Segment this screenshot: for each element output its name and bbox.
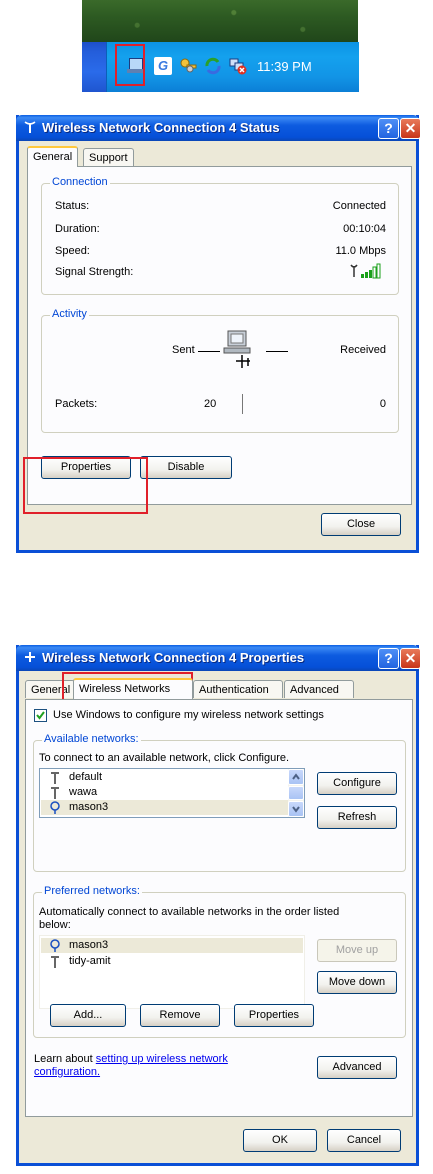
sync-icon[interactable] <box>204 57 222 75</box>
received-line <box>266 351 288 352</box>
connection-legend: Connection <box>50 176 110 188</box>
signal-label: Signal Strength: <box>55 266 134 278</box>
setup-wireless-link[interactable]: setting up wireless network <box>96 1053 228 1065</box>
list-item[interactable]: tidy-amit <box>41 954 303 969</box>
available-networks-group: Available networks: To connect to an ava… <box>33 733 406 872</box>
desktop-wallpaper <box>82 0 358 42</box>
remove-button[interactable]: Remove <box>140 1004 220 1027</box>
received-packets: 0 <box>379 398 386 410</box>
ok-button[interactable]: OK <box>243 1129 317 1152</box>
speed-value: 11.0 Mbps <box>335 245 386 257</box>
network-name: tidy-amit <box>69 955 111 967</box>
properties-dialog: Wireless Network Connection 4 Properties… <box>16 645 421 1166</box>
preferred-instruction: Automatically connect to available netwo… <box>39 906 340 918</box>
network-name: default <box>69 771 103 783</box>
move-up-button[interactable]: Move up <box>317 939 397 962</box>
activity-group: Activity Sent Received Packets: 20 0 <box>41 308 399 433</box>
use-windows-checkbox[interactable] <box>34 709 47 722</box>
general-panel: Connection Status: Connected Duration: 0… <box>27 166 412 505</box>
status-tabs: General Support <box>25 146 413 167</box>
computers-activity-icon <box>223 330 251 368</box>
wireless-networks-panel: Use Windows to configure my wireless net… <box>25 699 413 1117</box>
learn-prefix: Learn about <box>34 1053 96 1065</box>
learn-about-text: Learn about setting up wireless network <box>34 1053 228 1065</box>
list-item[interactable]: mason3 <box>41 938 303 953</box>
network-icon <box>25 652 35 662</box>
preferred-networks-list[interactable]: mason3 tidy-amit <box>39 935 305 1009</box>
disable-button[interactable]: Disable <box>140 456 232 479</box>
scroll-up-button[interactable] <box>288 769 304 785</box>
duration-label: Duration: <box>55 223 100 235</box>
available-networks-list[interactable]: default wawa mason3 <box>39 768 305 818</box>
packets-label: Packets: <box>55 398 98 410</box>
help-button[interactable]: ? <box>378 648 399 669</box>
status-label: Status: <box>55 200 90 212</box>
highlight-box <box>23 457 148 514</box>
sent-line <box>198 351 220 352</box>
properties-tabs: General Wireless Networks Authentication… <box>25 678 415 699</box>
status-title: Wireless Network Connection 4 Status <box>42 120 280 135</box>
taskbar-crop: G 11:39 PM <box>82 0 359 92</box>
tab-support[interactable]: Support <box>83 148 134 166</box>
preferred-properties-button[interactable]: Properties <box>234 1004 314 1027</box>
scroll-down-button[interactable] <box>288 801 304 817</box>
available-scrollbar[interactable] <box>288 769 304 817</box>
tab-general[interactable]: General <box>27 146 79 167</box>
wireless-antenna-icon <box>24 121 36 133</box>
refresh-button[interactable]: Refresh <box>317 806 397 829</box>
preferred-instruction-cont: below: <box>39 919 71 931</box>
add-button[interactable]: Add... <box>50 1004 126 1027</box>
keys-icon[interactable] <box>179 57 197 75</box>
network-name: mason3 <box>69 801 109 813</box>
received-label: Received <box>340 344 386 356</box>
close-window-button[interactable]: ✕ <box>400 118 421 139</box>
list-item[interactable]: default <box>41 770 303 785</box>
sent-packets: 20 <box>204 398 217 410</box>
signal-strength-icon <box>350 263 381 279</box>
status-value: Connected <box>332 200 386 212</box>
wireless-disconnected-icon[interactable] <box>228 57 247 75</box>
access-point-icon <box>51 772 59 784</box>
close-window-button[interactable]: ✕ <box>400 648 421 669</box>
tab-advanced[interactable]: Advanced <box>284 680 354 698</box>
access-point-icon <box>51 787 59 799</box>
activity-legend: Activity <box>50 308 89 320</box>
duration-value: 00:10:04 <box>343 223 386 235</box>
connection-group: Connection Status: Connected Duration: 0… <box>41 176 399 295</box>
use-windows-label: Use Windows to configure my wireless net… <box>53 709 324 721</box>
list-item[interactable]: mason3 <box>41 800 303 815</box>
access-point-icon <box>51 956 59 968</box>
network-name: mason3 <box>69 939 109 951</box>
configure-button[interactable]: Configure <box>317 772 397 795</box>
connected-network-icon <box>50 939 60 952</box>
available-legend: Available networks: <box>42 733 141 745</box>
preferred-legend: Preferred networks: <box>42 885 142 897</box>
advanced-button[interactable]: Advanced <box>317 1056 397 1079</box>
tab-wireless-networks[interactable]: Wireless Networks <box>73 678 193 699</box>
help-button[interactable]: ? <box>378 118 399 139</box>
cancel-button[interactable]: Cancel <box>327 1129 401 1152</box>
packets-divider <box>242 394 243 414</box>
status-dialog: Wireless Network Connection 4 Status ? ✕… <box>16 115 421 553</box>
tab-authentication[interactable]: Authentication <box>193 680 283 698</box>
list-item[interactable]: wawa <box>41 785 303 800</box>
properties-titlebar[interactable]: Wireless Network Connection 4 Properties… <box>16 645 421 671</box>
speed-label: Speed: <box>55 245 90 257</box>
highlight-box <box>115 44 145 86</box>
properties-title: Wireless Network Connection 4 Properties <box>42 650 305 665</box>
connected-network-icon <box>50 801 60 814</box>
close-button[interactable]: Close <box>321 513 401 536</box>
setup-wireless-link-cont[interactable]: configuration. <box>34 1066 100 1078</box>
sent-label: Sent <box>172 344 195 356</box>
scroll-thumb[interactable] <box>288 786 304 800</box>
preferred-networks-group: Preferred networks: Automatically connec… <box>33 885 406 1038</box>
google-g-icon[interactable]: G <box>154 57 172 75</box>
available-instruction: To connect to an available network, clic… <box>39 752 290 764</box>
move-down-button[interactable]: Move down <box>317 971 397 994</box>
clock[interactable]: 11:39 PM <box>257 59 312 74</box>
status-titlebar[interactable]: Wireless Network Connection 4 Status ? ✕ <box>16 115 421 141</box>
network-name: wawa <box>69 786 98 798</box>
